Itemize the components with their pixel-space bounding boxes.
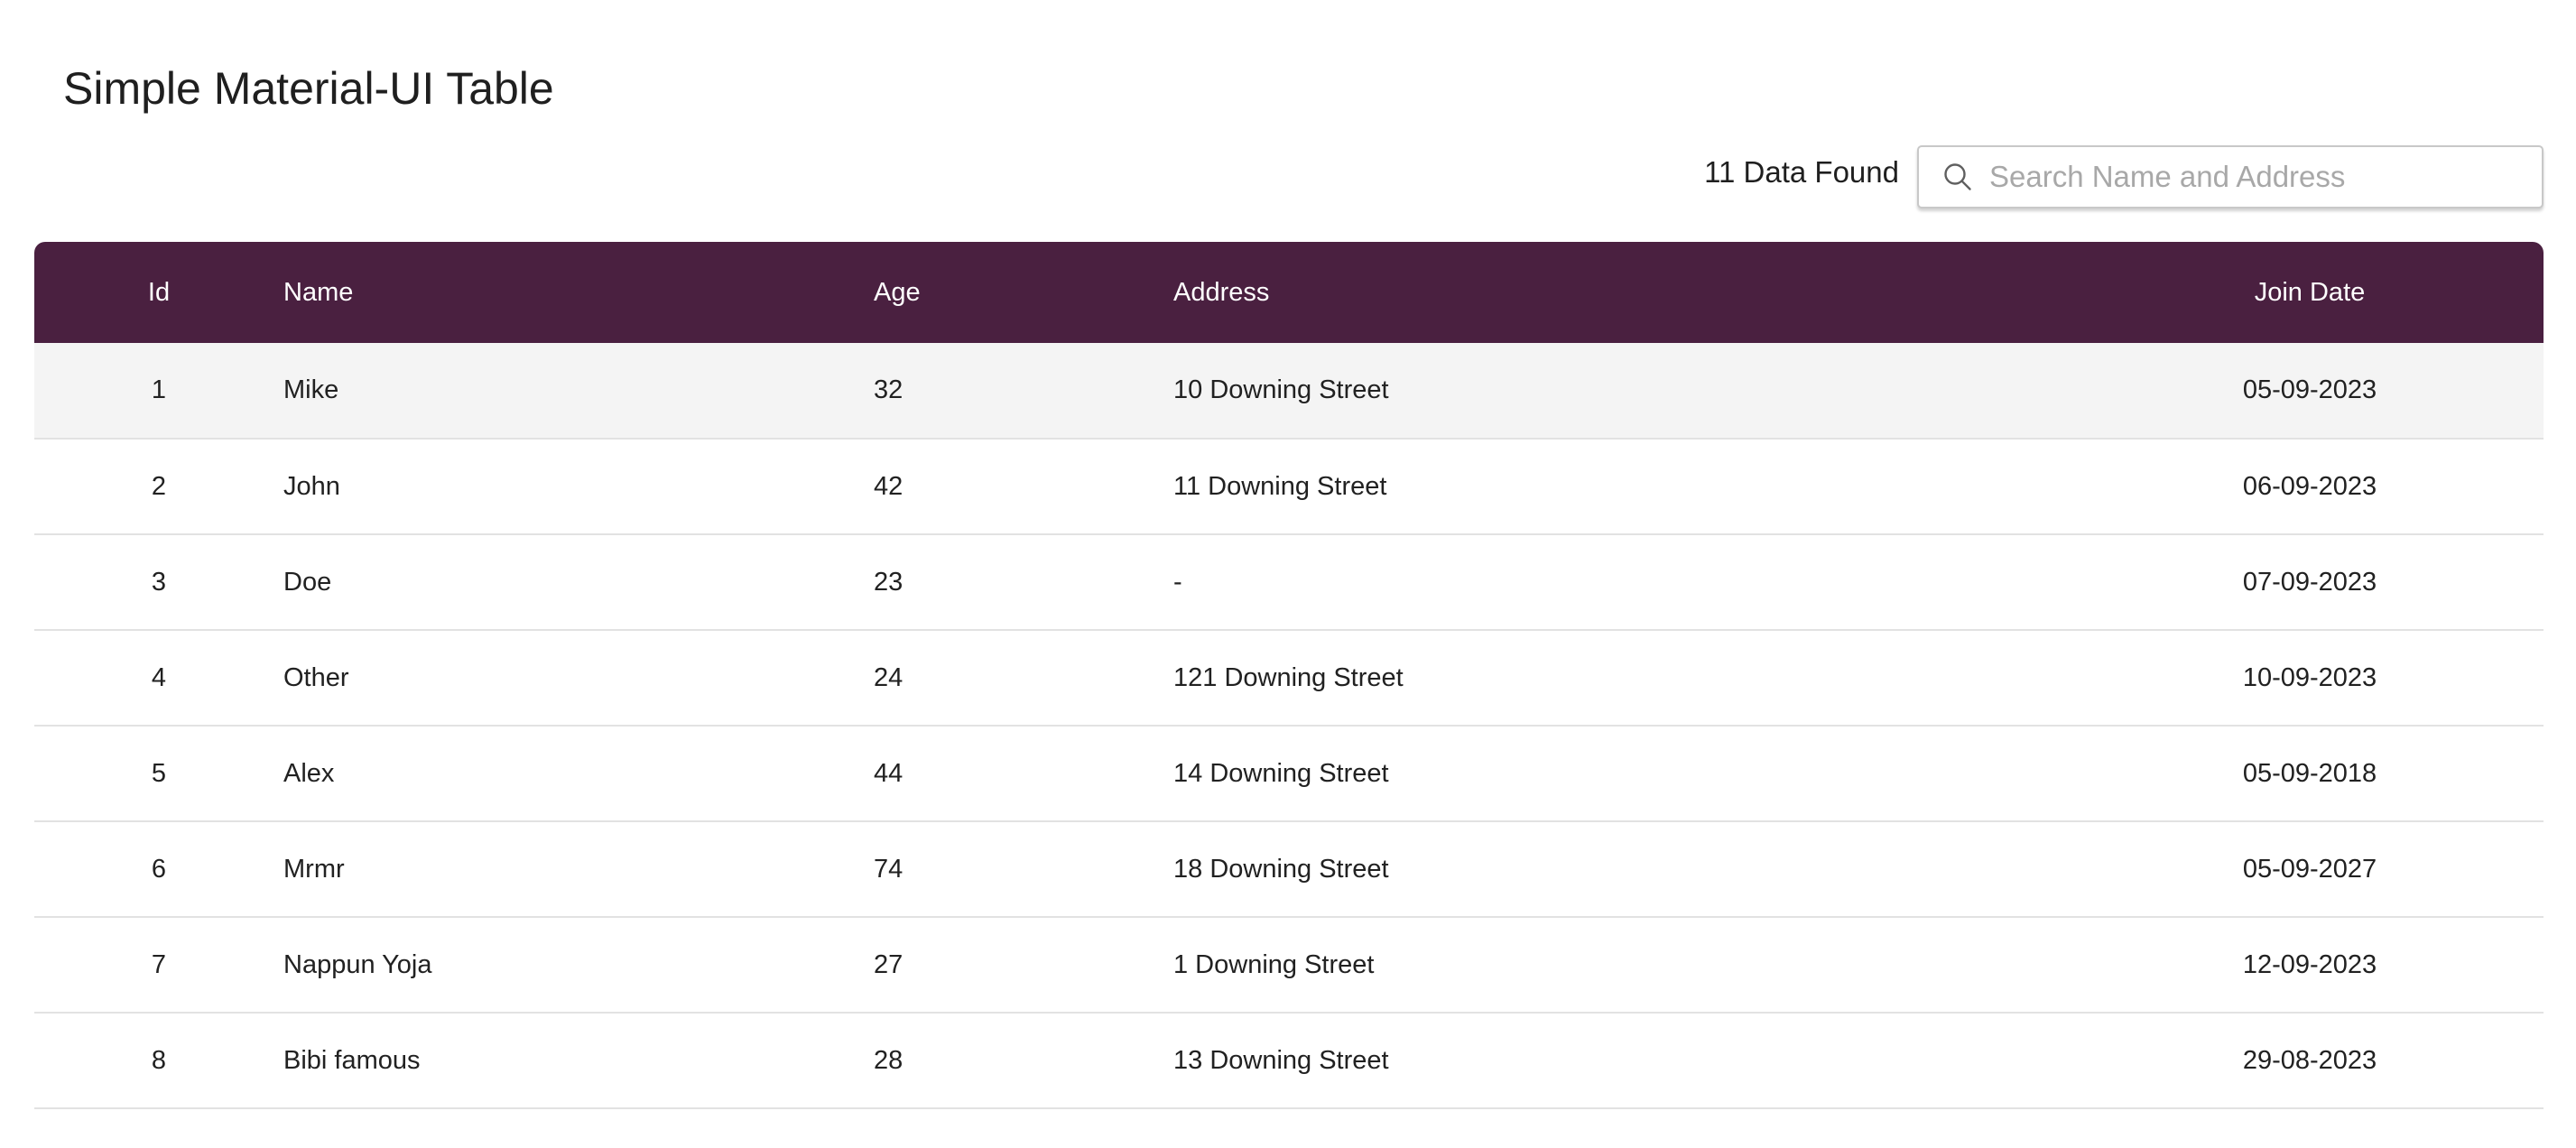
cell-age: 74	[874, 854, 903, 884]
cell-join-date: 05-09-2027	[2242, 854, 2377, 884]
cell-name: Doe	[283, 567, 332, 597]
cell-id: 7	[151, 949, 167, 979]
cell-name: Nappun Yoja	[283, 949, 432, 979]
table-row[interactable]: 5 Alex 44 14 Downing Street 05-09-2018	[34, 726, 2544, 821]
cell-age: 32	[874, 375, 903, 404]
cell-address: 11 Downing Street	[1173, 471, 1387, 501]
page: Simple Material-UI Table 11 Data Found I…	[0, 0, 2576, 1148]
cell-name: Alex	[283, 758, 335, 788]
cell-age: 24	[874, 662, 903, 692]
data-count-label: 11 Data Found	[1704, 155, 1899, 189]
table-row[interactable]: 1 Mike 32 10 Downing Street 05-09-2023	[34, 343, 2544, 439]
table-row[interactable]: 6 Mrmr 74 18 Downing Street 05-09-2027	[34, 821, 2544, 917]
cell-name: Mrmr	[283, 854, 345, 884]
column-header-id[interactable]: Id	[34, 242, 283, 343]
cell-name: Bibi famous	[283, 1045, 421, 1075]
cell-age: 23	[874, 567, 903, 597]
cell-id: 8	[151, 1045, 167, 1075]
table-row[interactable]: 4 Other 24 121 Downing Street 10-09-2023	[34, 630, 2544, 726]
cell-id: 1	[151, 375, 167, 404]
cell-address: 14 Downing Street	[1173, 758, 1389, 788]
data-table: Id Name Age Address Join Date 1 Mike 32 …	[34, 242, 2544, 1109]
cell-id: 3	[151, 567, 167, 597]
cell-address: 10 Downing Street	[1173, 375, 1389, 404]
cell-name: Mike	[283, 375, 339, 404]
column-header-name[interactable]: Name	[283, 242, 874, 343]
search-icon	[1941, 160, 1975, 194]
cell-age: 27	[874, 949, 903, 979]
table-row[interactable]: 8 Bibi famous 28 13 Downing Street 29-08…	[34, 1013, 2544, 1108]
cell-address: -	[1173, 567, 1182, 597]
column-header-join-date[interactable]: Join Date	[2076, 242, 2544, 343]
cell-join-date: 10-09-2023	[2242, 662, 2377, 692]
table-row[interactable]: 7 Nappun Yoja 27 1 Downing Street 12-09-…	[34, 917, 2544, 1013]
cell-join-date: 05-09-2018	[2242, 758, 2377, 788]
table-row[interactable]: 3 Doe 23 - 07-09-2023	[34, 534, 2544, 630]
cell-age: 42	[874, 471, 903, 501]
table-header: Id Name Age Address Join Date	[34, 242, 2544, 343]
cell-address: 121 Downing Street	[1173, 662, 1404, 692]
cell-join-date: 29-08-2023	[2242, 1045, 2377, 1075]
cell-id: 6	[151, 854, 167, 884]
table-body: 1 Mike 32 10 Downing Street 05-09-2023 2…	[34, 343, 2544, 1108]
cell-join-date: 06-09-2023	[2242, 471, 2377, 501]
column-header-address[interactable]: Address	[1173, 242, 2076, 343]
cell-age: 44	[874, 758, 903, 788]
cell-id: 2	[151, 471, 167, 501]
table-row[interactable]: 2 John 42 11 Downing Street 06-09-2023	[34, 439, 2544, 534]
cell-id: 5	[151, 758, 167, 788]
cell-join-date: 05-09-2023	[2242, 375, 2377, 404]
cell-name: Other	[283, 662, 349, 692]
search-box[interactable]	[1917, 145, 2544, 208]
search-input[interactable]	[1988, 159, 2533, 195]
cell-address: 1 Downing Street	[1173, 949, 1375, 979]
cell-age: 28	[874, 1045, 903, 1075]
table-header-row: Id Name Age Address Join Date	[34, 242, 2544, 343]
page-title: Simple Material-UI Table	[63, 63, 554, 114]
cell-name: John	[283, 471, 340, 501]
cell-address: 18 Downing Street	[1173, 854, 1389, 884]
cell-join-date: 07-09-2023	[2242, 567, 2377, 597]
column-header-age[interactable]: Age	[874, 242, 1173, 343]
cell-join-date: 12-09-2023	[2242, 949, 2377, 979]
cell-id: 4	[151, 662, 167, 692]
cell-address: 13 Downing Street	[1173, 1045, 1389, 1075]
table-toolbar: 11 Data Found	[1704, 145, 2544, 208]
